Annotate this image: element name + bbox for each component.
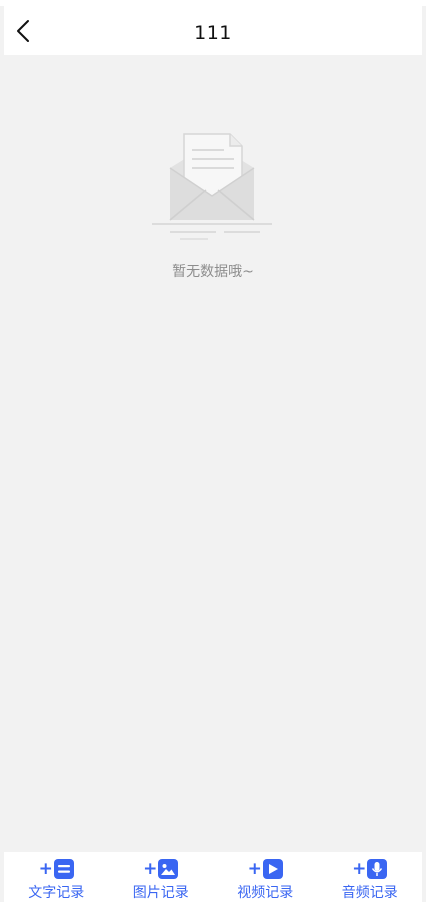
bottom-toolbar: + 文字记录 + 图片记录 + 视频记录 + 音频记录 <box>4 852 422 902</box>
tool-icon-row: + <box>352 858 388 880</box>
tool-label: 图片记录 <box>132 885 189 901</box>
nav-bar: 111 <box>4 6 422 55</box>
video-record-icon <box>262 859 283 879</box>
tool-label: 音频记录 <box>341 885 398 901</box>
plus-icon: + <box>38 858 53 879</box>
add-video-record-button[interactable]: + 视频记录 <box>213 852 318 902</box>
tool-icon-row: + <box>39 858 74 880</box>
audio-record-icon <box>367 859 388 879</box>
app-screen: 111 暂无数据哦~ + 文字记录 + 图片记录 + 视频记录 + 音频记录 <box>0 0 426 902</box>
image-record-icon <box>158 859 179 879</box>
empty-mailbox-illustration <box>150 128 274 244</box>
plus-icon: + <box>247 858 262 879</box>
tool-label: 文字记录 <box>28 885 85 901</box>
tool-icon-row: + <box>143 858 179 880</box>
add-text-record-button[interactable]: + 文字记录 <box>4 852 109 902</box>
text-record-icon <box>53 859 74 879</box>
plus-icon: + <box>352 858 367 879</box>
status-indicators <box>348 0 398 3</box>
tool-icon-row: + <box>248 858 283 880</box>
empty-state-text: 暂无数据哦~ <box>172 264 254 280</box>
tool-label: 视频记录 <box>237 885 294 901</box>
plus-icon: + <box>143 858 158 879</box>
add-audio-record-button[interactable]: + 音频记录 <box>318 852 423 902</box>
add-image-record-button[interactable]: + 图片记录 <box>109 852 214 902</box>
page-title: 111 <box>194 22 232 44</box>
